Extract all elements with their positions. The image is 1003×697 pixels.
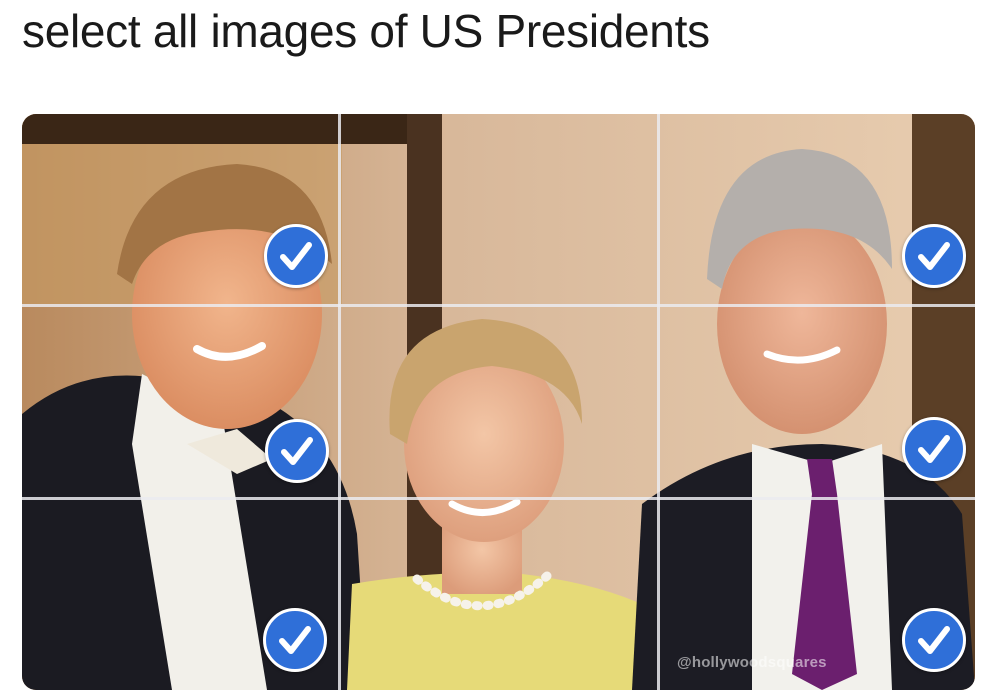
grid-divider <box>22 497 975 500</box>
grid-divider <box>657 114 660 690</box>
grid-divider <box>22 304 975 307</box>
captcha-prompt: select all images of US Presidents <box>22 5 710 57</box>
photo-watermark: @hollywoodsquares <box>677 654 827 671</box>
checkmark-icon[interactable] <box>902 417 966 481</box>
grid-tile-r2-c2[interactable] <box>340 307 658 499</box>
checkmark-icon[interactable] <box>902 224 966 288</box>
checkmark-icon[interactable] <box>264 224 328 288</box>
checkmark-icon[interactable] <box>265 419 329 483</box>
checkmark-icon[interactable] <box>263 608 327 672</box>
checkmark-icon[interactable] <box>902 608 966 672</box>
captcha-image-grid: @hollywoodsquares <box>22 114 975 690</box>
grid-tile-r3-c2[interactable] <box>340 500 658 690</box>
grid-tile-r1-c2[interactable] <box>340 114 658 306</box>
grid-divider <box>338 114 341 690</box>
